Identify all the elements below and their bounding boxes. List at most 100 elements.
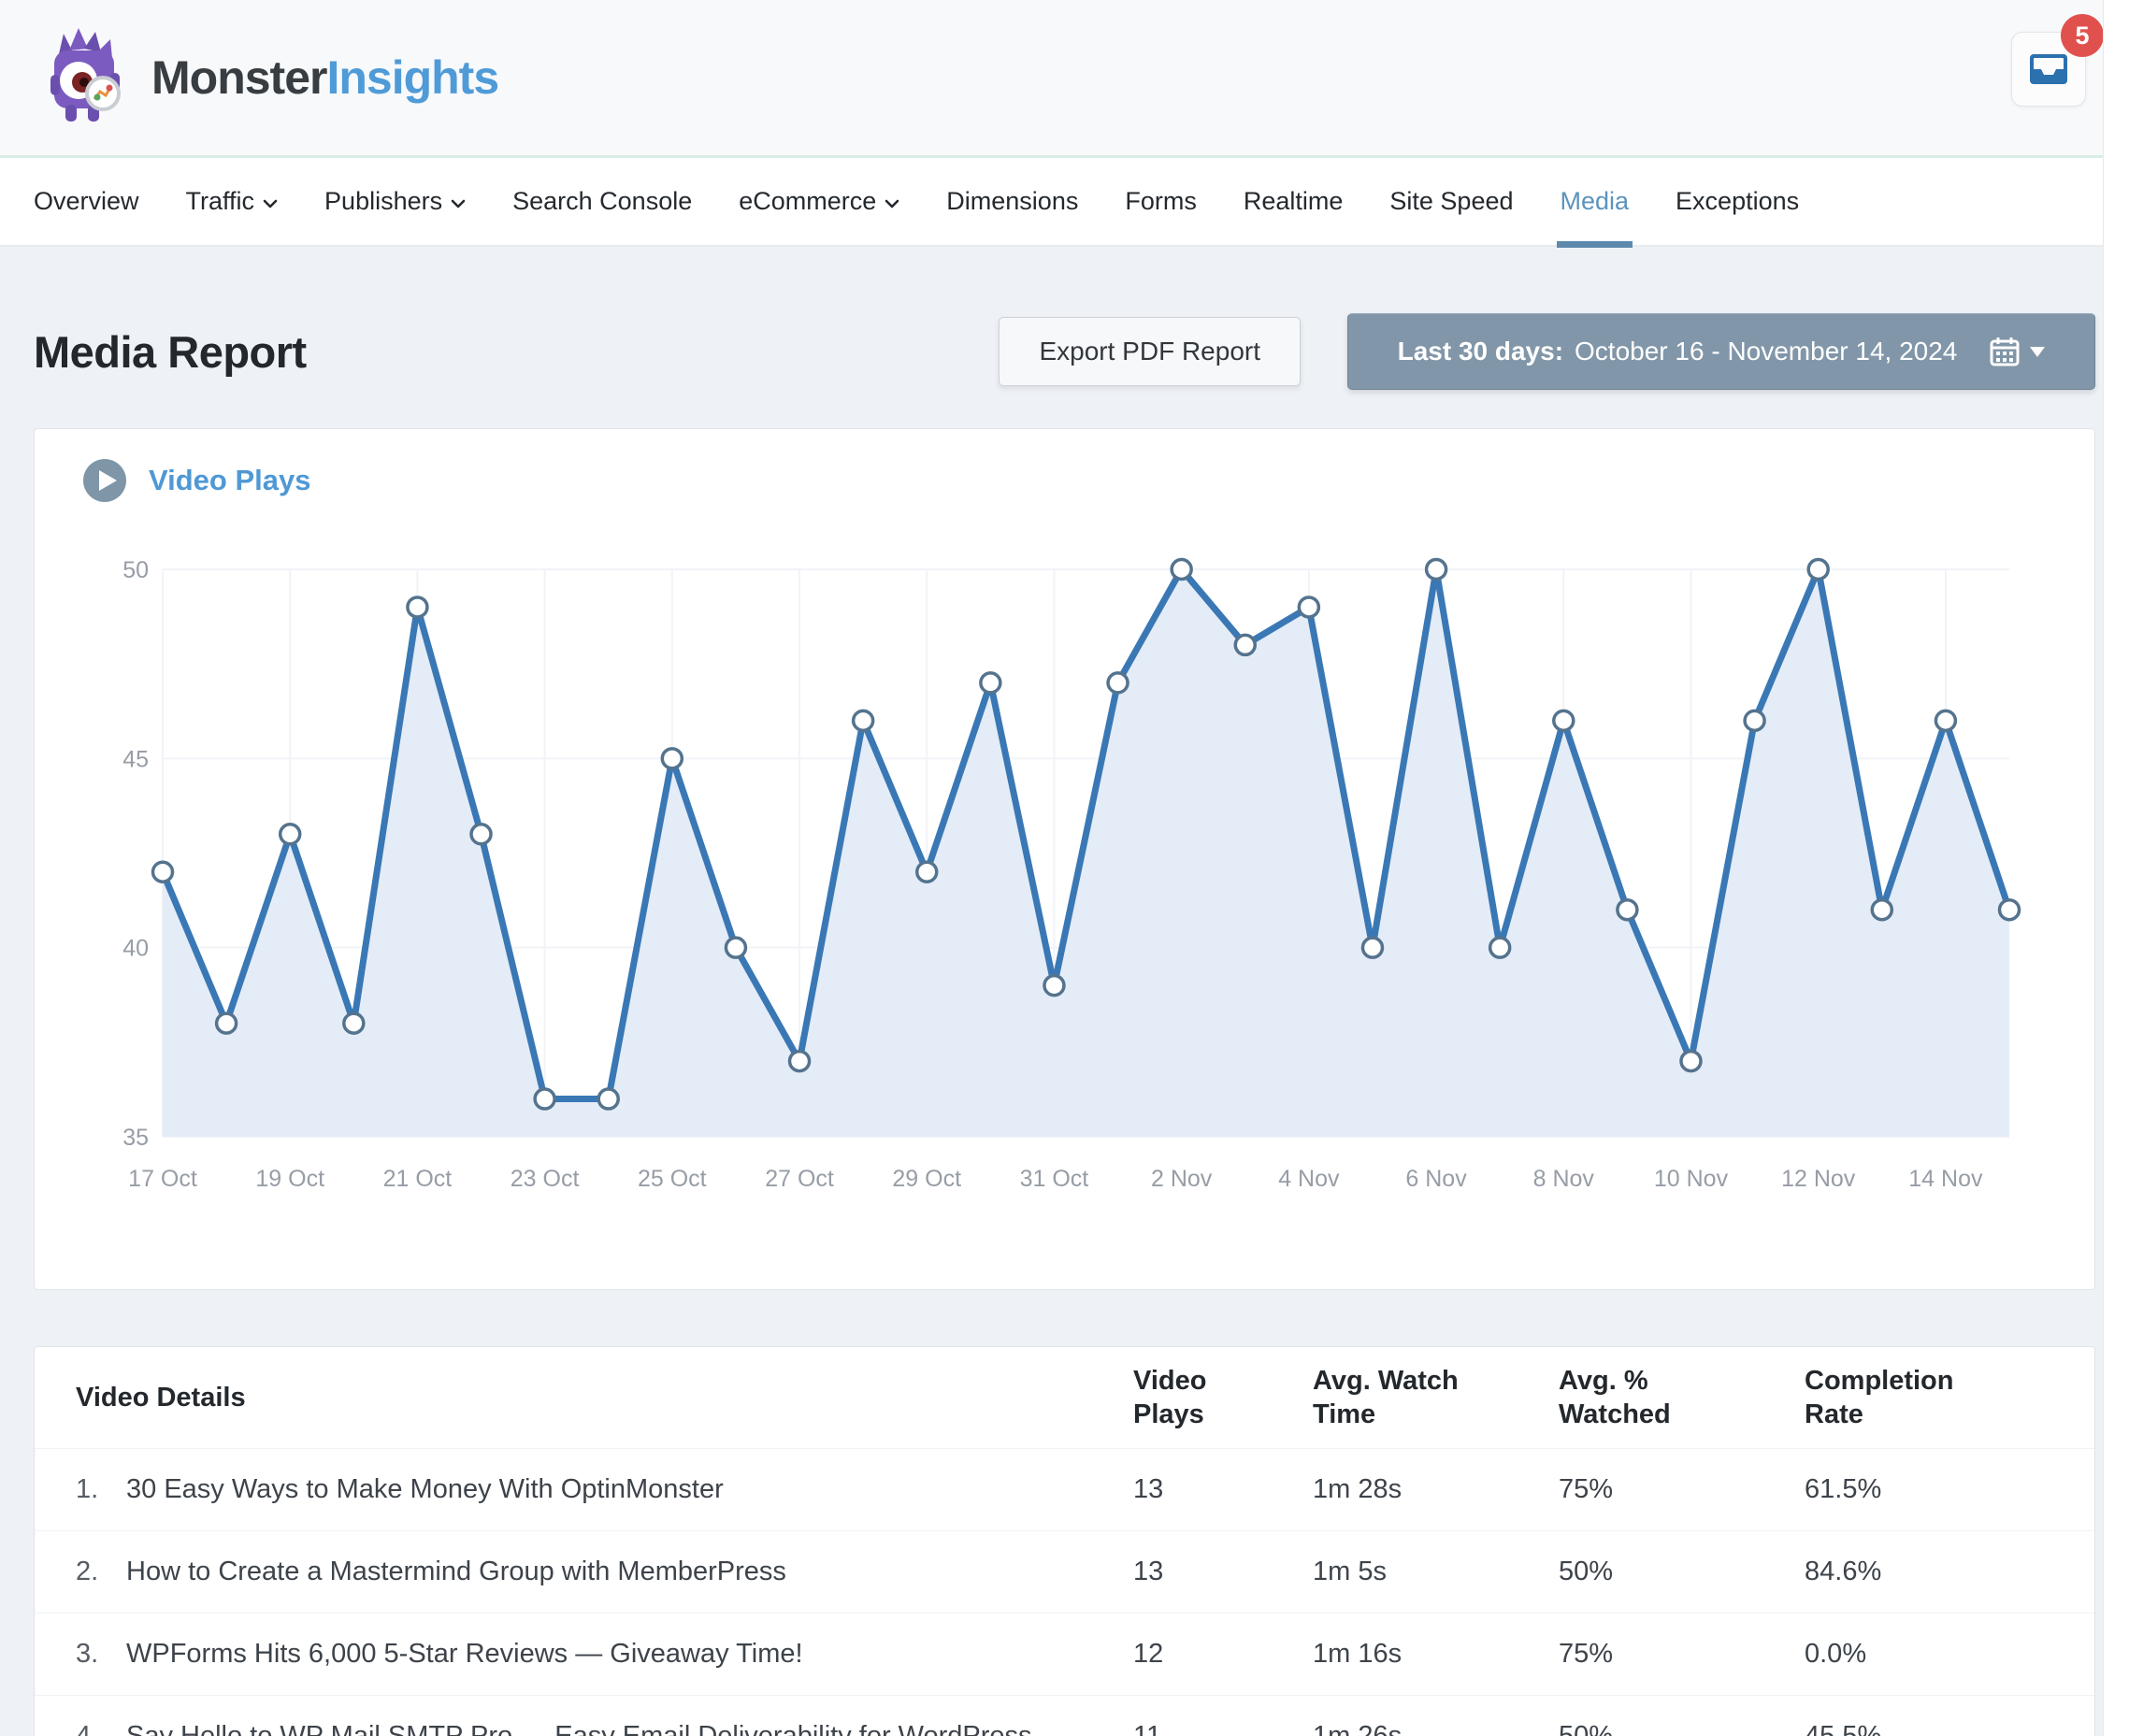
cell-avg-pct-watched: 50% xyxy=(1559,1557,1805,1587)
nav-item-search-console[interactable]: Search Console xyxy=(512,157,692,246)
svg-text:6 Nov: 6 Nov xyxy=(1405,1166,1467,1192)
chevron-down-icon xyxy=(2030,347,2045,357)
report-content: Media Report Export PDF Report Last 30 d… xyxy=(0,312,2129,1736)
notifications-inbox-button[interactable]: 5 xyxy=(2011,32,2086,107)
row-rank: 1. xyxy=(76,1474,126,1505)
cell-avg-pct-watched: 75% xyxy=(1559,1474,1805,1505)
nav-item-label: Realtime xyxy=(1244,187,1344,216)
cell-video-plays: 12 xyxy=(1133,1639,1313,1670)
chevron-down-icon xyxy=(885,199,899,208)
notification-badge: 5 xyxy=(2061,14,2104,57)
nav-item-label: Publishers xyxy=(324,187,442,216)
row-rank: 4. xyxy=(76,1721,126,1736)
app-header: MonsterInsights 5 xyxy=(0,0,2129,155)
video-title: Say Hello to WP Mail SMTP Pro — Easy Ema… xyxy=(126,1721,1060,1736)
table-body: 1. 30 Easy Ways to Make Money With Optin… xyxy=(35,1448,2094,1736)
svg-text:31 Oct: 31 Oct xyxy=(1020,1166,1089,1192)
page-title: Media Report xyxy=(34,326,307,378)
svg-text:25 Oct: 25 Oct xyxy=(638,1166,707,1192)
video-title: How to Create a Mastermind Group with Me… xyxy=(126,1557,814,1587)
nav-item-label: Site Speed xyxy=(1389,187,1513,216)
cell-video-plays: 11 xyxy=(1133,1721,1313,1736)
nav-item-dimensions[interactable]: Dimensions xyxy=(946,157,1078,246)
chevron-down-icon xyxy=(451,199,466,208)
column-header-avg-watch-time: Avg. Watch Time xyxy=(1313,1364,1486,1432)
cell-avg-watch-time: 1m 28s xyxy=(1313,1474,1559,1505)
report-header-row: Media Report Export PDF Report Last 30 d… xyxy=(34,312,2095,391)
chevron-down-icon xyxy=(263,199,278,208)
brand-logo: MonsterInsights xyxy=(41,26,498,129)
date-range-label: Last 30 days: xyxy=(1398,337,1563,366)
cell-completion-rate: 84.6% xyxy=(1805,1557,2094,1587)
nav-item-label: Search Console xyxy=(512,187,692,216)
row-rank: 2. xyxy=(76,1557,126,1587)
brand-wordmark: MonsterInsights xyxy=(151,50,498,105)
svg-text:10 Nov: 10 Nov xyxy=(1654,1166,1729,1192)
cell-avg-pct-watched: 75% xyxy=(1559,1639,1805,1670)
table-row: 4. Say Hello to WP Mail SMTP Pro — Easy … xyxy=(35,1695,2094,1736)
column-header-video-plays: Video Plays xyxy=(1133,1364,1273,1432)
column-header-completion-rate: Completion Rate xyxy=(1805,1364,1978,1432)
nav-item-label: Overview xyxy=(34,187,139,216)
column-header-avg-pct-watched: Avg. % Watched xyxy=(1559,1364,1732,1432)
cell-video-plays: 13 xyxy=(1133,1474,1313,1505)
nav-item-site-speed[interactable]: Site Speed xyxy=(1389,157,1513,246)
nav-item-label: eCommerce xyxy=(739,187,876,216)
nav-item-label: Dimensions xyxy=(946,187,1078,216)
calendar-icon xyxy=(1989,336,2021,367)
video-title: 30 Easy Ways to Make Money With OptinMon… xyxy=(126,1474,752,1505)
cell-completion-rate: 45.5% xyxy=(1805,1721,2094,1736)
brand-word-light: Insights xyxy=(326,51,498,104)
nav-item-label: Forms xyxy=(1125,187,1197,216)
svg-text:2 Nov: 2 Nov xyxy=(1151,1166,1213,1192)
svg-text:12 Nov: 12 Nov xyxy=(1781,1166,1856,1192)
svg-text:27 Oct: 27 Oct xyxy=(765,1166,834,1192)
cell-completion-rate: 0.0% xyxy=(1805,1639,2094,1670)
brand-word-dark: Monster xyxy=(151,51,326,104)
cell-avg-watch-time: 1m 26s xyxy=(1313,1721,1559,1736)
svg-text:29 Oct: 29 Oct xyxy=(892,1166,961,1192)
report-nav-tabs: Overview Traffic Publishers Search Console e… xyxy=(0,158,2129,247)
nav-item-exceptions[interactable]: Exceptions xyxy=(1676,157,1799,246)
svg-text:50: 50 xyxy=(122,557,149,583)
svg-text:14 Nov: 14 Nov xyxy=(1908,1166,1983,1192)
cell-completion-rate: 61.5% xyxy=(1805,1474,2094,1505)
table-row: 2. How to Create a Mastermind Group with… xyxy=(35,1530,2094,1613)
nav-item-traffic[interactable]: Traffic xyxy=(186,157,279,246)
media-report-page: MonsterInsights 5 Overview Traffic Publish… xyxy=(0,0,2129,1736)
export-pdf-button[interactable]: Export PDF Report xyxy=(999,317,1301,386)
video-plays-line-chart: 35 40 45 50 17 Oct 19 Oct 21 Oct 23 Oct 25 Oct 27… xyxy=(35,429,2096,1289)
cell-avg-watch-time: 1m 5s xyxy=(1313,1557,1559,1587)
table-row: 3. WPForms Hits 6,000 5-Star Reviews — G… xyxy=(35,1613,2094,1695)
nav-item-label: Exceptions xyxy=(1676,187,1799,216)
table-row: 1. 30 Easy Ways to Make Money With Optin… xyxy=(35,1448,2094,1530)
svg-text:19 Oct: 19 Oct xyxy=(255,1166,324,1192)
nav-item-realtime[interactable]: Realtime xyxy=(1244,157,1344,246)
date-range-value: October 16 - November 14, 2024 xyxy=(1575,337,1957,366)
nav-item-label: Traffic xyxy=(186,187,255,216)
table-title: Video Details xyxy=(35,1381,1133,1414)
row-rank: 3. xyxy=(76,1639,126,1670)
monsterinsights-logo-icon xyxy=(41,26,135,129)
svg-text:4 Nov: 4 Nov xyxy=(1278,1166,1340,1192)
scrollbar-track[interactable] xyxy=(2103,0,2129,1736)
cell-avg-watch-time: 1m 16s xyxy=(1313,1639,1559,1670)
nav-item-forms[interactable]: Forms xyxy=(1125,157,1197,246)
date-range-picker[interactable]: Last 30 days: October 16 - November 14, … xyxy=(1347,313,2095,390)
svg-text:35: 35 xyxy=(122,1125,149,1151)
cell-avg-pct-watched: 50% xyxy=(1559,1721,1805,1736)
svg-text:45: 45 xyxy=(122,746,149,772)
svg-text:8 Nov: 8 Nov xyxy=(1533,1166,1595,1192)
svg-text:17 Oct: 17 Oct xyxy=(128,1166,197,1192)
inbox-tray-icon xyxy=(2028,52,2069,86)
nav-item-publishers[interactable]: Publishers xyxy=(324,157,466,246)
svg-text:21 Oct: 21 Oct xyxy=(383,1166,453,1192)
video-details-card: Video Details Video Plays Avg. Watch Tim… xyxy=(34,1346,2095,1736)
nav-item-ecommerce[interactable]: eCommerce xyxy=(739,157,899,246)
video-plays-card: Video Plays 3540455017 Oct19 Oct21 Oct23… xyxy=(34,428,2095,1290)
svg-text:40: 40 xyxy=(122,936,149,962)
nav-item-overview[interactable]: Overview xyxy=(34,157,139,246)
nav-item-label: Media xyxy=(1561,187,1630,216)
nav-item-media[interactable]: Media xyxy=(1561,157,1630,246)
svg-text:23 Oct: 23 Oct xyxy=(511,1166,580,1192)
